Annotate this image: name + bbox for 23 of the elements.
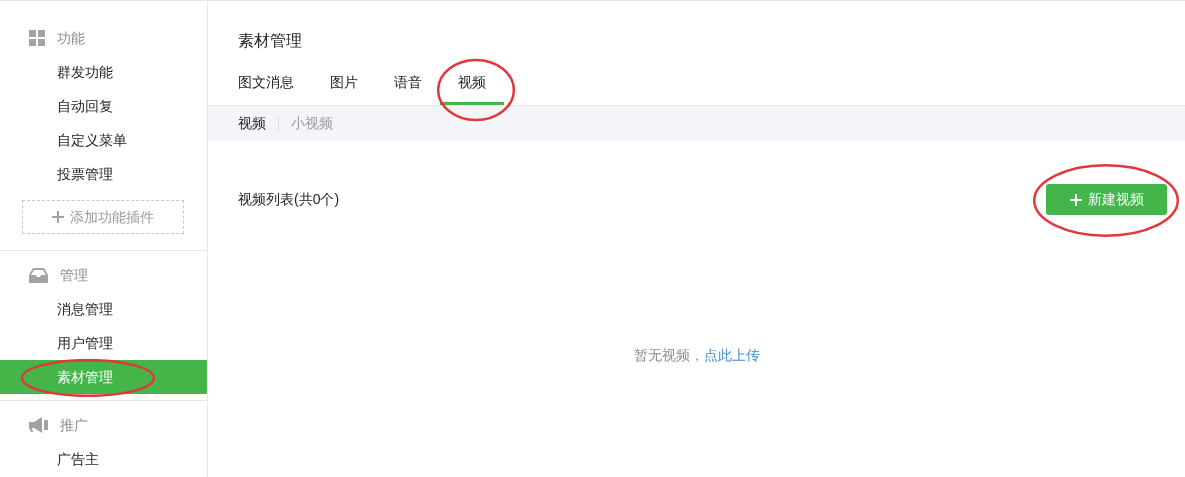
- grid-icon: [29, 30, 45, 46]
- nav-item[interactable]: 用户管理: [0, 326, 207, 360]
- section-heading: 管理: [60, 265, 88, 285]
- plus-icon: [1069, 193, 1082, 206]
- upload-link[interactable]: 点此上传: [703, 347, 760, 363]
- nav-item[interactable]: 投票管理: [0, 157, 207, 191]
- subtab[interactable]: 视频: [238, 113, 266, 134]
- list-title: 视频列表(共0个): [238, 190, 340, 209]
- nav-item[interactable]: 群发功能: [0, 55, 207, 89]
- section-heading: 功能: [57, 28, 85, 48]
- page-title: 素材管理: [238, 32, 302, 49]
- nav-item[interactable]: 自动回复: [0, 89, 207, 123]
- tab[interactable]: 图片: [312, 63, 376, 105]
- megaphone-icon: [29, 417, 48, 433]
- inbox-icon: [29, 267, 48, 283]
- nav-item[interactable]: 广告主: [0, 442, 207, 476]
- tab[interactable]: 图文消息: [220, 63, 312, 105]
- section-heading: 推广: [60, 415, 88, 435]
- plus-icon: [52, 211, 64, 223]
- tab[interactable]: 语音: [376, 63, 440, 105]
- nav-item[interactable]: 自定义菜单: [0, 123, 207, 157]
- nav-item[interactable]: 消息管理: [0, 292, 207, 326]
- empty-message: 暂无视频，点此上传: [633, 346, 760, 365]
